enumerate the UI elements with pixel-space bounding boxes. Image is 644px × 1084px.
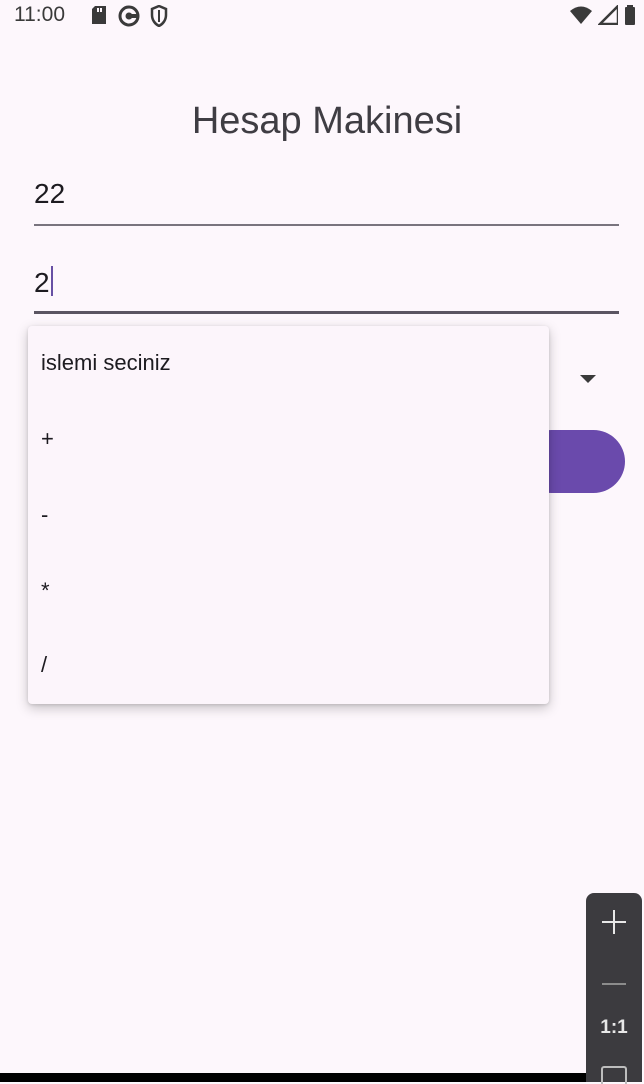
menu-item-divide[interactable]: /	[28, 628, 549, 704]
operation-dropdown-menu: islemi seciniz + - * /	[28, 326, 549, 704]
battery-icon	[624, 5, 636, 30]
menu-item-add[interactable]: +	[28, 402, 549, 478]
at-sign-icon	[118, 5, 140, 32]
signal-icon	[596, 2, 620, 30]
menu-item-select-prompt[interactable]: islemi seciniz	[28, 326, 549, 402]
system-icons	[570, 2, 636, 30]
first-number-underline	[34, 224, 619, 226]
zoom-reset-button[interactable]: 1:1	[586, 1017, 642, 1039]
bottom-navigation-edge	[0, 1073, 586, 1082]
notification-icons	[90, 4, 168, 32]
zoom-in-icon[interactable]	[599, 907, 629, 942]
status-bar: 11:00	[0, 0, 644, 32]
zoom-controls: 1:1	[586, 893, 642, 1084]
status-time: 11:00	[14, 3, 65, 26]
wifi-icon	[570, 6, 592, 29]
first-number-field[interactable]: 22	[34, 170, 619, 228]
second-number-value-wrap: 2	[34, 266, 53, 299]
zoom-out-icon[interactable]	[599, 973, 629, 991]
page-title: Hesap Makinesi	[191, 100, 463, 142]
chevron-down-icon[interactable]	[579, 371, 597, 389]
shield-icon	[150, 4, 168, 32]
second-number-underline	[34, 311, 619, 314]
sd-card-icon	[90, 5, 108, 32]
menu-item-subtract[interactable]: -	[28, 478, 549, 554]
menu-item-multiply[interactable]: *	[28, 554, 549, 630]
first-number-value: 22	[34, 178, 66, 209]
second-number-field[interactable]: 2	[34, 258, 619, 316]
fit-screen-icon[interactable]	[601, 1066, 627, 1084]
text-cursor	[50, 266, 53, 296]
second-number-value: 2	[34, 267, 50, 298]
